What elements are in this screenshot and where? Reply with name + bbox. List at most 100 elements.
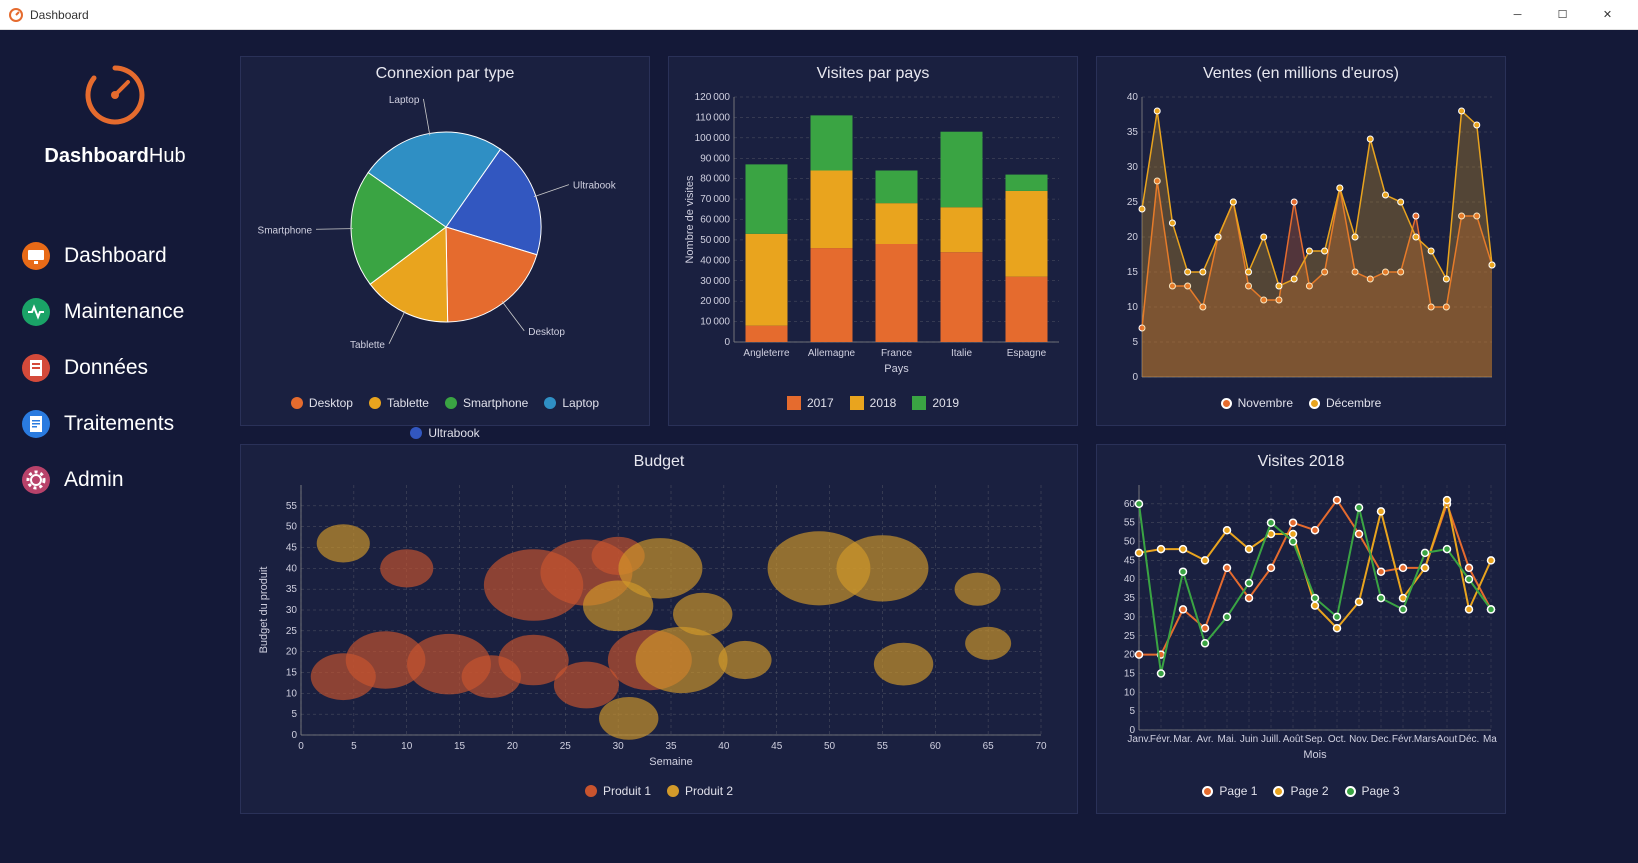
app-icon xyxy=(8,7,24,23)
nav-label: Dashboard xyxy=(64,244,167,268)
legend-item: Page 2 xyxy=(1273,784,1328,798)
card-title-ventes: Ventes (en millions d'euros) xyxy=(1107,65,1495,83)
svg-text:Desktop: Desktop xyxy=(528,327,565,338)
maximize-button[interactable]: ☐ xyxy=(1540,0,1585,30)
monitor-icon xyxy=(22,242,50,270)
svg-text:40: 40 xyxy=(1124,574,1136,585)
svg-text:Semaine: Semaine xyxy=(649,756,692,768)
svg-text:15: 15 xyxy=(1124,668,1136,679)
svg-text:30: 30 xyxy=(613,741,625,752)
svg-text:20: 20 xyxy=(1124,650,1136,661)
legend-item: Novembre xyxy=(1221,396,1293,410)
svg-text:Juin: Juin xyxy=(1240,734,1258,745)
svg-text:20: 20 xyxy=(507,741,519,752)
svg-text:35: 35 xyxy=(665,741,677,752)
legend-item: Ultrabook xyxy=(410,426,479,440)
sidebar: DashboardHub Dashboard Maintenance Données… xyxy=(0,30,230,863)
svg-text:25: 25 xyxy=(560,741,572,752)
nav-item-maintenance[interactable]: Maintenance xyxy=(18,284,212,340)
svg-text:40 000: 40 000 xyxy=(700,255,730,266)
svg-text:Mar.: Mar. xyxy=(1173,734,1192,745)
svg-text:35: 35 xyxy=(286,584,298,595)
card-title-visites-pays: Visites par pays xyxy=(679,65,1067,83)
minimize-button[interactable]: ─ xyxy=(1495,0,1540,30)
svg-text:Allemagne: Allemagne xyxy=(808,348,856,359)
gear-icon xyxy=(22,466,50,494)
svg-text:55: 55 xyxy=(286,501,298,512)
card-title-connexion: Connexion par type xyxy=(251,65,639,83)
svg-text:Italie: Italie xyxy=(951,348,973,359)
svg-text:Juill.: Juill. xyxy=(1261,734,1281,745)
card-title-budget: Budget xyxy=(251,453,1067,471)
nav-item-traitements[interactable]: Traitements xyxy=(18,396,212,452)
svg-text:Angleterre: Angleterre xyxy=(743,348,790,359)
svg-text:Budget du produit: Budget du produit xyxy=(258,567,270,654)
nav-label: Maintenance xyxy=(64,300,184,324)
card-visites-pays: Visites par pays 010 00020 00030 00040 0… xyxy=(668,56,1078,426)
svg-text:Laptop: Laptop xyxy=(389,95,420,106)
svg-text:40: 40 xyxy=(1127,92,1139,103)
card-connexion: Connexion par type Ultrabook Desktop Table… xyxy=(240,56,650,426)
svg-text:20 000: 20 000 xyxy=(700,296,730,307)
nav-label: Admin xyxy=(64,468,124,492)
svg-text:10: 10 xyxy=(401,741,413,752)
nav-item-données[interactable]: Données xyxy=(18,340,212,396)
pie-legend: DesktopTabletteSmartphoneLaptopUltrabook xyxy=(251,396,639,440)
legend-item: 2017 xyxy=(787,396,834,410)
svg-text:Oct.: Oct. xyxy=(1328,734,1346,745)
svg-text:70 000: 70 000 xyxy=(700,194,730,205)
svg-text:5: 5 xyxy=(1129,706,1135,717)
svg-text:35: 35 xyxy=(1124,593,1136,604)
svg-text:55: 55 xyxy=(1124,518,1136,529)
svg-text:Pays: Pays xyxy=(884,363,909,375)
svg-text:Mai.: Mai. xyxy=(1218,734,1237,745)
svg-text:Avr.: Avr. xyxy=(1196,734,1213,745)
svg-text:25: 25 xyxy=(1124,631,1136,642)
svg-text:50 000: 50 000 xyxy=(700,235,730,246)
legend-item: Laptop xyxy=(544,396,599,410)
svg-text:30: 30 xyxy=(1127,162,1139,173)
nav-item-dashboard[interactable]: Dashboard xyxy=(18,228,212,284)
svg-text:65: 65 xyxy=(983,741,995,752)
svg-text:35: 35 xyxy=(1127,127,1139,138)
svg-text:France: France xyxy=(881,348,913,359)
nav-label: Traitements xyxy=(64,412,174,436)
svg-text:10: 10 xyxy=(286,688,298,699)
svg-text:60 000: 60 000 xyxy=(700,215,730,226)
line-legend: Page 1Page 2Page 3 xyxy=(1107,784,1495,798)
svg-text:Déc.: Déc. xyxy=(1459,734,1480,745)
titlebar: Dashboard ─ ☐ ✕ xyxy=(0,0,1638,30)
svg-text:Sep.: Sep. xyxy=(1305,734,1326,745)
svg-text:Nombre de visites: Nombre de visites xyxy=(684,175,696,264)
svg-text:Janv.: Janv. xyxy=(1127,734,1150,745)
svg-text:Mois: Mois xyxy=(1303,749,1327,761)
svg-text:5: 5 xyxy=(1132,337,1138,348)
svg-text:100 000: 100 000 xyxy=(695,133,731,144)
svg-text:50: 50 xyxy=(1124,537,1136,548)
close-button[interactable]: ✕ xyxy=(1585,0,1630,30)
nav-item-admin[interactable]: Admin xyxy=(18,452,212,508)
area-chart: 0510152025303540 xyxy=(1107,87,1497,387)
logo: DashboardHub xyxy=(44,60,185,168)
svg-text:25: 25 xyxy=(286,626,298,637)
svg-text:30: 30 xyxy=(1124,612,1136,623)
pulse-icon xyxy=(22,298,50,326)
nav: Dashboard Maintenance Données Traitements Ad… xyxy=(0,228,230,508)
svg-text:25: 25 xyxy=(1127,197,1139,208)
svg-text:60: 60 xyxy=(1124,499,1136,510)
svg-text:15: 15 xyxy=(286,668,298,679)
main-grid: Connexion par type Ultrabook Desktop Table… xyxy=(230,30,1638,863)
svg-text:Févr.: Févr. xyxy=(1150,734,1172,745)
page-icon xyxy=(22,354,50,382)
svg-text:Tablette: Tablette xyxy=(350,340,385,351)
legend-item: Page 3 xyxy=(1345,784,1400,798)
bar-legend: 201720182019 xyxy=(679,396,1067,410)
card-budget: Budget 051015202530354045505505101520253… xyxy=(240,444,1078,814)
legend-item: Produit 1 xyxy=(585,784,651,798)
svg-text:Ultrabook: Ultrabook xyxy=(573,181,617,192)
svg-text:5: 5 xyxy=(351,741,357,752)
line-chart: 051015202530354045505560Janv.Févr.Mar.Av… xyxy=(1107,475,1497,775)
svg-text:Aout: Aout xyxy=(1437,734,1458,745)
legend-item: Desktop xyxy=(291,396,353,410)
svg-text:45: 45 xyxy=(771,741,783,752)
